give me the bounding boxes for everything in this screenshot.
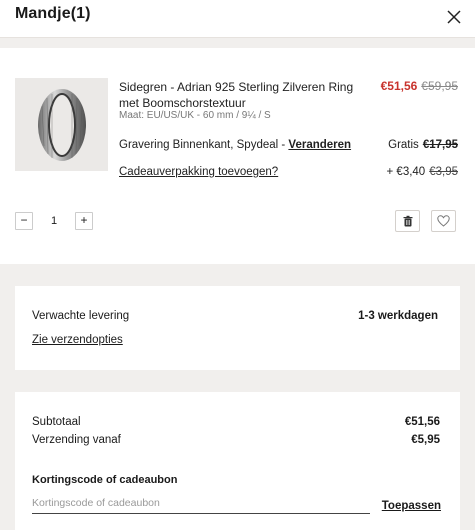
coupon-input[interactable] bbox=[32, 492, 370, 514]
close-icon[interactable] bbox=[444, 7, 464, 27]
wishlist-button[interactable] bbox=[431, 210, 456, 232]
increase-button[interactable]: + bbox=[75, 212, 93, 230]
subtotal-value: €51,56 bbox=[404, 416, 440, 428]
quantity-stepper: − 1 + bbox=[15, 211, 93, 231]
price-now: €51,56 bbox=[380, 79, 418, 93]
heart-icon bbox=[437, 215, 450, 227]
shipping-value: €5,95 bbox=[411, 434, 440, 446]
engraving-price: Gratis €17,95 bbox=[388, 139, 458, 151]
summary-card: Subtotaal €51,56 Verzending vanaf €5,95 … bbox=[15, 392, 460, 530]
engraving-change-link[interactable]: Veranderen bbox=[288, 139, 351, 151]
engraving-row: Gravering Binnenkant, Spydeal - Verander… bbox=[119, 139, 351, 151]
ring-image[interactable] bbox=[15, 78, 108, 171]
shipping-label: Verzending vanaf bbox=[32, 434, 121, 446]
decrease-button[interactable]: − bbox=[15, 212, 33, 230]
price-was: €59,95 bbox=[421, 79, 458, 93]
ring-icon bbox=[37, 88, 86, 161]
coupon-label: Kortingscode of cadeaubon bbox=[32, 474, 178, 486]
engraving-was: €17,95 bbox=[422, 139, 458, 151]
shipping-options-link[interactable]: Zie verzendopties bbox=[32, 334, 123, 346]
delivery-value: 1-3 werkdagen bbox=[358, 310, 438, 322]
product-price: €51,56 €59,95 bbox=[381, 79, 458, 93]
quantity-value: 1 bbox=[50, 215, 58, 227]
engraving-free: Gratis bbox=[388, 139, 419, 151]
gift-price-now: + €3,40 bbox=[386, 166, 426, 178]
apply-coupon-button[interactable]: Toepassen bbox=[382, 500, 441, 512]
product-size: Maat: EU/US/UK - 60 mm / 9¼ / S bbox=[119, 110, 271, 121]
gift-price-was: €3,95 bbox=[429, 166, 458, 178]
delete-button[interactable] bbox=[395, 210, 420, 232]
delivery-card: Verwachte levering 1-3 werkdagen Zie ver… bbox=[15, 286, 460, 370]
cart-title: Mandje(1) bbox=[15, 5, 91, 22]
gift-wrap-link[interactable]: Cadeauverpakking toevoegen? bbox=[119, 166, 278, 178]
gift-wrap-price: + €3,40 €3,95 bbox=[387, 166, 458, 178]
delivery-label: Verwachte levering bbox=[32, 310, 130, 322]
product-name[interactable]: Sidegren - Adrian 925 Sterling Zilveren … bbox=[119, 79, 359, 111]
subtotal-label: Subtotaal bbox=[32, 416, 81, 428]
cart-header: Mandje(1) bbox=[0, 0, 475, 38]
cart-item: Sidegren - Adrian 925 Sterling Zilveren … bbox=[0, 48, 475, 264]
trash-icon bbox=[403, 215, 412, 227]
engraving-label: Gravering Binnenkant, Spydeal - bbox=[119, 139, 289, 151]
